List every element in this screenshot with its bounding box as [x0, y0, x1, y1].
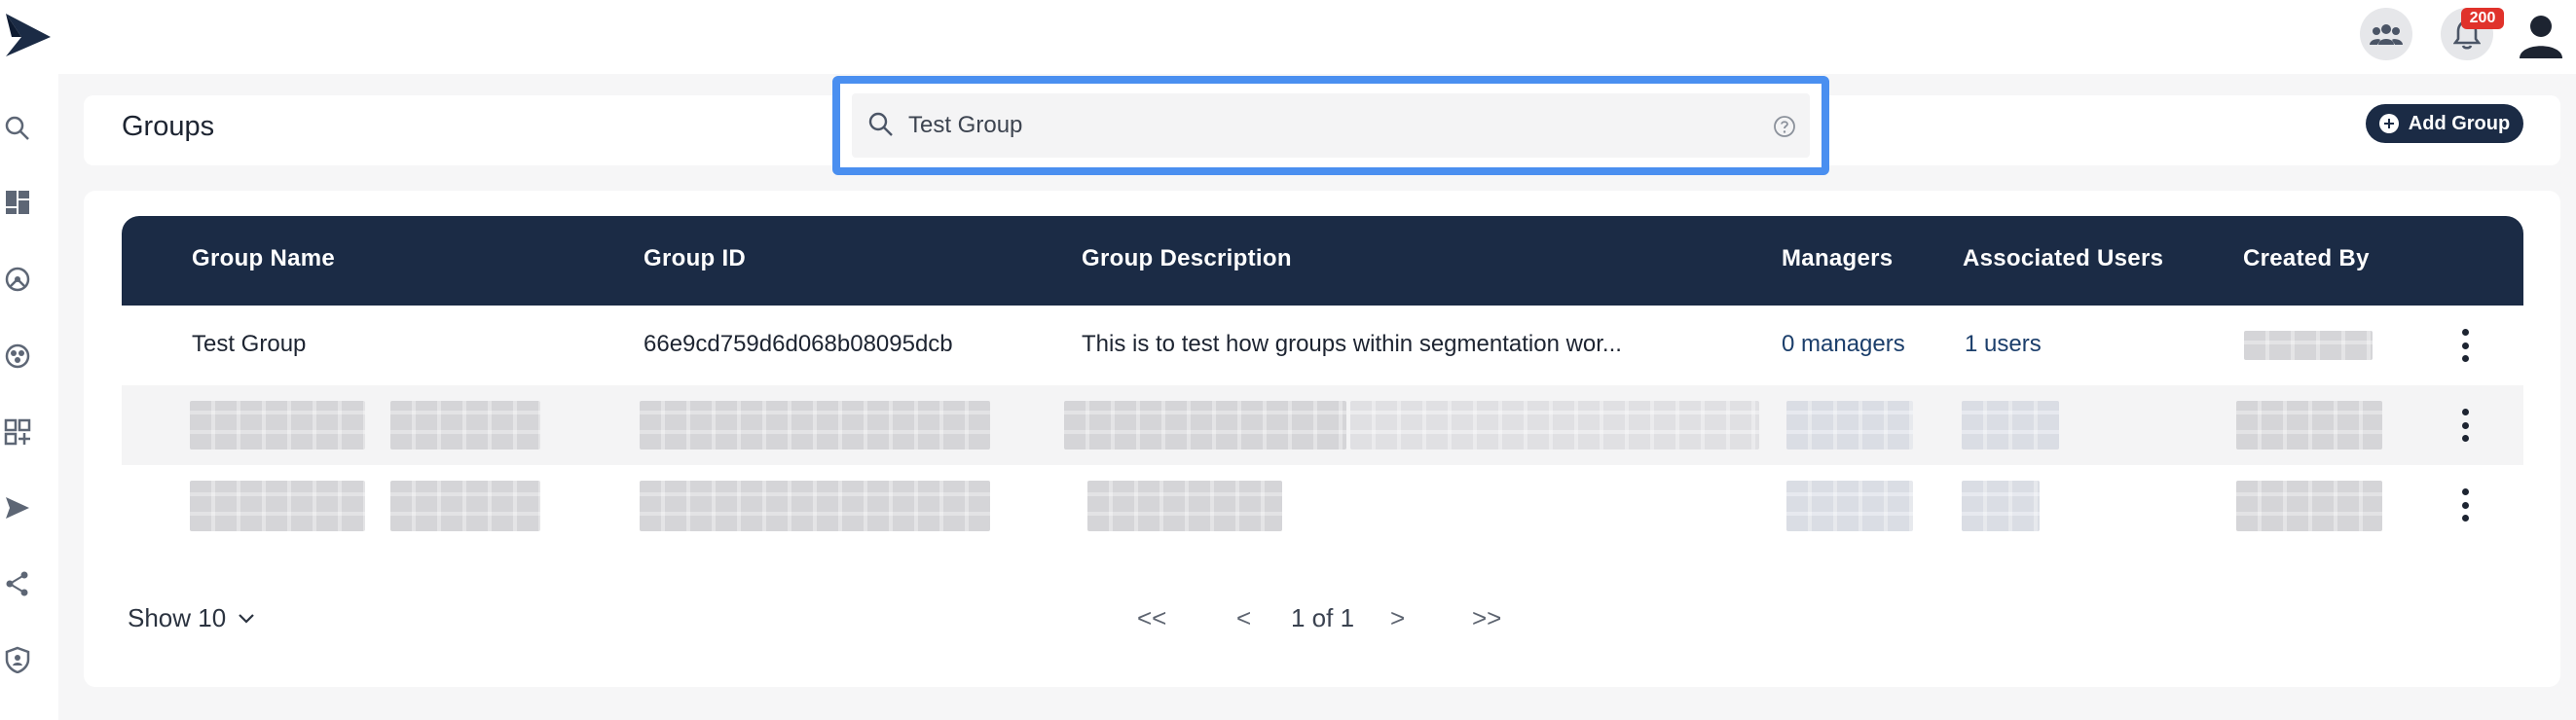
redacted-cell [1087, 481, 1282, 531]
column-header-group-name[interactable]: Group Name [192, 245, 335, 272]
top-bar: 200 [0, 0, 2576, 74]
redacted-cell [640, 481, 990, 531]
team-button[interactable] [2360, 8, 2412, 60]
redacted-cell [190, 481, 365, 531]
share-icon[interactable] [0, 566, 35, 601]
row-actions-menu[interactable] [2460, 488, 2470, 522]
redacted-cell [190, 401, 365, 450]
redacted-cell [1962, 481, 2040, 531]
redacted-cell [390, 481, 540, 531]
next-page-button[interactable]: > [1390, 603, 1405, 633]
user-avatar-icon[interactable] [2516, 10, 2566, 60]
row-actions-menu[interactable] [2460, 329, 2470, 362]
redacted-cell [1962, 401, 2059, 450]
logo-icon[interactable] [4, 8, 53, 56]
cell-group-id: 66e9cd759d6d068b08095dcb [644, 331, 953, 357]
table-row[interactable]: Test Group 66e9cd759d6d068b08095dcb This… [122, 306, 2523, 385]
page-size-label: Show 10 [128, 603, 227, 632]
redacted-cell [2236, 481, 2382, 531]
redacted-cell [390, 401, 540, 450]
segments-icon[interactable] [0, 339, 35, 374]
column-header-group-description[interactable]: Group Description [1082, 245, 1292, 272]
cell-managers[interactable]: 0 managers [1782, 331, 1905, 358]
redacted-cell [1786, 481, 1913, 531]
search-input[interactable] [908, 105, 1765, 146]
table-row[interactable] [122, 385, 2523, 465]
row-actions-menu[interactable] [2460, 409, 2470, 442]
first-page-button[interactable]: << [1137, 603, 1166, 633]
analytics-icon[interactable] [0, 262, 35, 297]
table-row[interactable] [122, 465, 2523, 545]
shield-icon[interactable] [0, 642, 35, 677]
redacted-cell [640, 401, 990, 450]
column-header-managers[interactable]: Managers [1782, 245, 1893, 272]
team-icon [2370, 24, 2403, 45]
notification-badge: 200 [2461, 8, 2504, 29]
cell-group-name: Test Group [192, 331, 307, 357]
prev-page-button[interactable]: < [1236, 603, 1251, 633]
page-size-select[interactable]: Show 10 [128, 603, 255, 633]
redacted-cell [1786, 401, 1913, 450]
add-group-button[interactable]: Add Group [2366, 104, 2523, 143]
chevron-down-icon [239, 613, 254, 624]
column-header-associated-users[interactable]: Associated Users [1963, 245, 2163, 272]
search-icon[interactable] [0, 111, 35, 146]
add-group-label: Add Group [2408, 112, 2511, 134]
help-icon[interactable] [1773, 115, 1796, 138]
page-title: Groups [122, 111, 215, 142]
cell-associated-users[interactable]: 1 users [1965, 331, 2042, 358]
sidebar [0, 74, 58, 720]
dashboard-icon[interactable] [0, 185, 35, 220]
column-header-group-id[interactable]: Group ID [644, 245, 746, 272]
last-page-button[interactable]: >> [1472, 603, 1501, 633]
redacted-cell [2236, 401, 2382, 450]
search-icon [868, 112, 893, 136]
send-icon[interactable] [0, 490, 35, 525]
cell-group-description: This is to test how groups within segmen… [1082, 331, 1622, 357]
table-header: Group Name Group ID Group Description Ma… [122, 216, 2523, 306]
search-field[interactable] [852, 93, 1810, 158]
page-info: 1 of 1 [1291, 603, 1355, 632]
redacted-cell [1350, 401, 1759, 450]
redacted-cell [1064, 401, 1346, 450]
add-widget-icon[interactable] [0, 414, 35, 450]
column-header-created-by[interactable]: Created By [2243, 245, 2370, 272]
cell-created-by-redacted [2244, 331, 2373, 360]
plus-circle-icon [2378, 114, 2399, 133]
search-box [832, 76, 1829, 175]
